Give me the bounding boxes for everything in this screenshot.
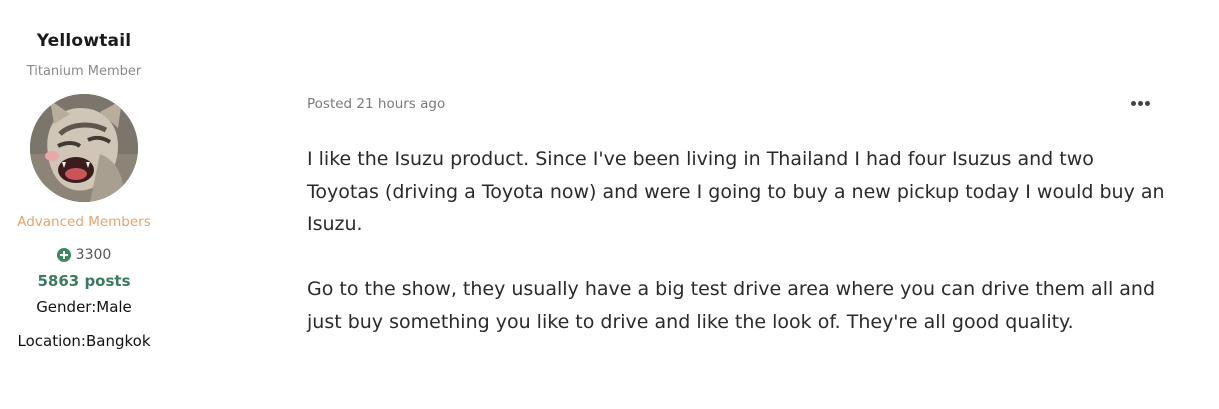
author-name[interactable]: Yellowtail [0,31,168,51]
ellipsis-icon [1130,100,1136,106]
forum-post: Yellowtail Titanium Member Advanced Memb… [0,0,1219,409]
post-count[interactable]: 5863 posts [0,272,168,290]
author-gender: Gender:Male [36,298,132,316]
reputation-count: 3300 [75,247,112,263]
author-title: Titanium Member [26,64,142,79]
post-timestamp: Posted 21 hours ago [307,96,446,112]
more-options-button[interactable] [1128,93,1152,113]
reputation: 3300 [0,247,168,263]
author-group: Advanced Members [17,214,151,230]
author-location: Location:Bangkok [17,332,151,350]
cat-avatar-image [30,94,138,202]
avatar[interactable] [30,94,138,202]
post-paragraph: Go to the show, they usually have a big … [307,278,1156,333]
post-paragraph: I like the Isuzu product. Since I've bee… [307,148,1165,235]
post-content: I like the Isuzu product. Since I've bee… [307,143,1167,371]
plus-circle-icon [56,248,71,262]
